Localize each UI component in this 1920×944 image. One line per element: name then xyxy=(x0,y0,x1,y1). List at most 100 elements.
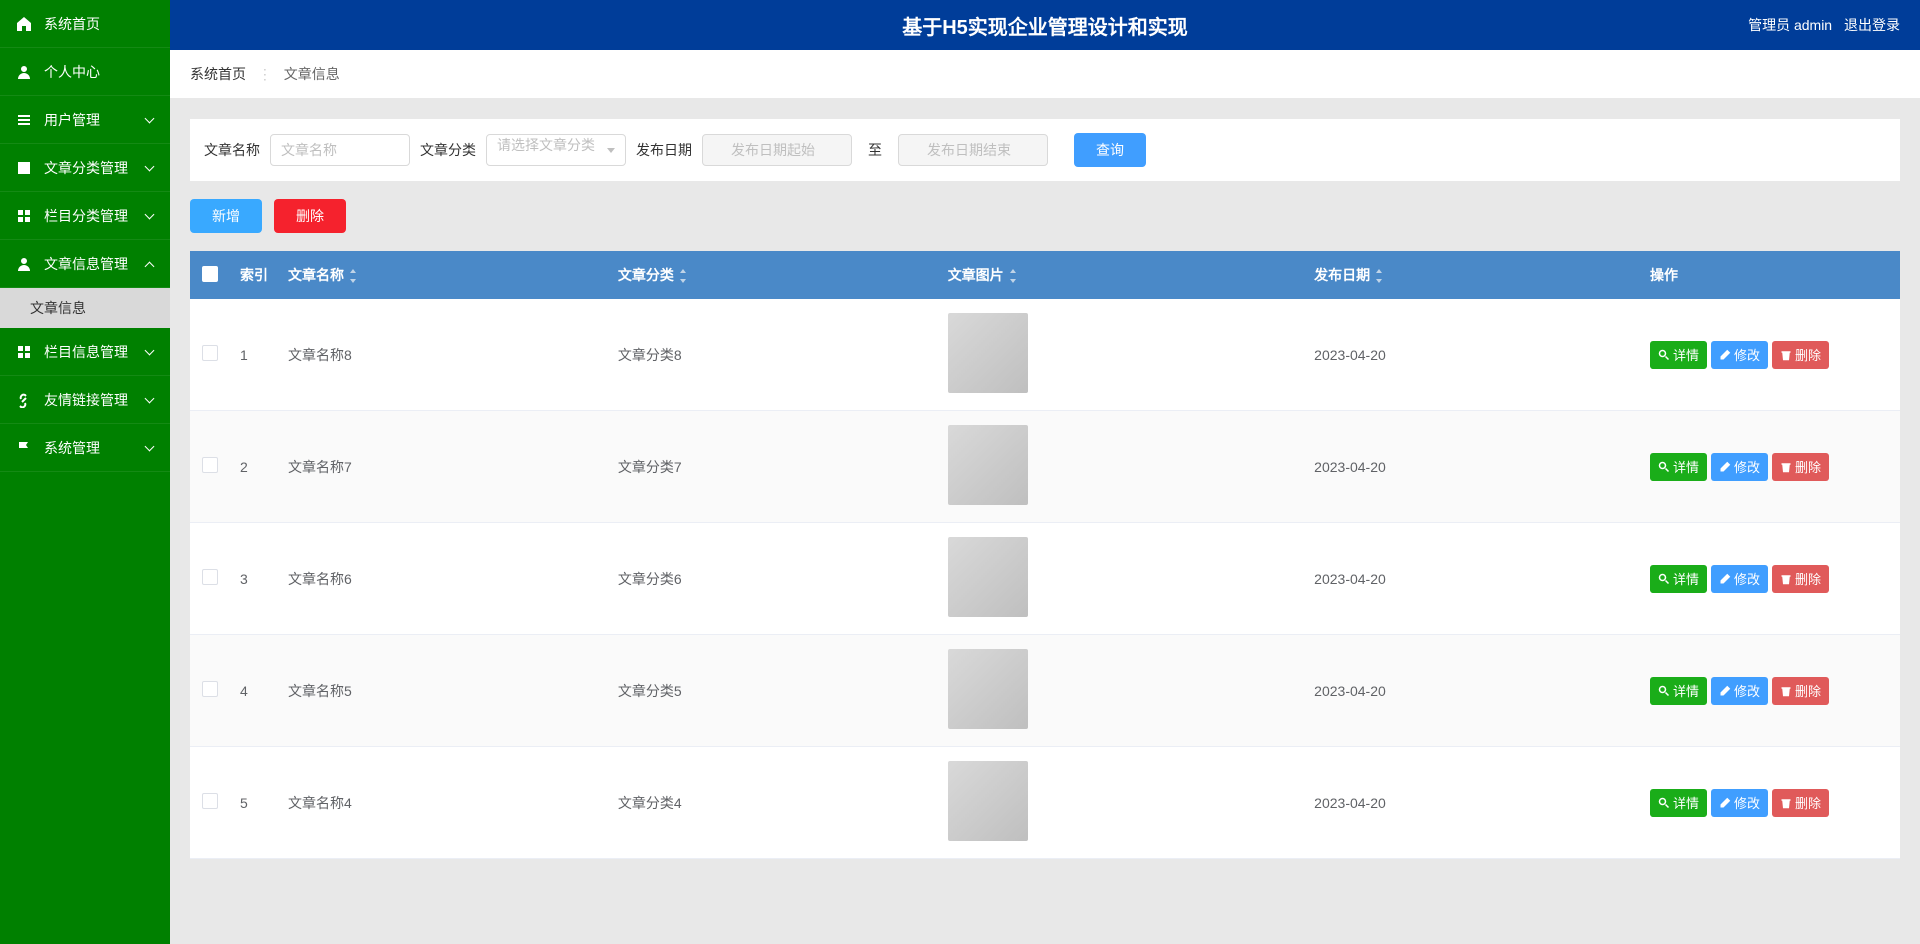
thumbnail xyxy=(948,313,1028,393)
col-category[interactable]: 文章分类 xyxy=(608,251,938,299)
breadcrumb-sep: ⋮ xyxy=(258,66,272,82)
sidebar-item-label: 友情链接管理 xyxy=(44,390,128,410)
action-bar: 新增 删除 xyxy=(190,199,1900,233)
view-button[interactable]: 详情 xyxy=(1650,789,1707,817)
sidebar-item-2[interactable]: 用户管理 xyxy=(0,96,170,144)
sort-icon xyxy=(1008,269,1018,283)
row-checkbox[interactable] xyxy=(202,681,218,697)
table-row: 5文章名称4文章分类42023-04-20详情修改删除 xyxy=(190,747,1900,859)
row-checkbox[interactable] xyxy=(202,345,218,361)
chevron-down-icon xyxy=(146,395,156,405)
sidebar-item-label: 系统首页 xyxy=(44,14,100,34)
sidebar-item-7[interactable]: 友情链接管理 xyxy=(0,376,170,424)
edit-button[interactable]: 修改 xyxy=(1711,341,1768,369)
cell-category: 文章分类4 xyxy=(608,747,938,859)
sidebar-item-label: 用户管理 xyxy=(44,110,100,130)
home-icon xyxy=(16,16,32,32)
sidebar-item-1[interactable]: 个人中心 xyxy=(0,48,170,96)
edit-button[interactable]: 修改 xyxy=(1711,565,1768,593)
sidebar-item-label: 栏目分类管理 xyxy=(44,206,128,226)
sidebar-item-0[interactable]: 系统首页 xyxy=(0,0,170,48)
filter-date-start[interactable] xyxy=(702,134,852,166)
cell-name: 文章名称7 xyxy=(278,411,608,523)
link-icon xyxy=(16,392,32,408)
row-delete-button[interactable]: 删除 xyxy=(1772,677,1829,705)
breadcrumb-current: 文章信息 xyxy=(284,66,340,82)
sidebar-item-label: 文章信息管理 xyxy=(44,254,128,274)
view-button[interactable]: 详情 xyxy=(1650,341,1707,369)
sidebar-item-8[interactable]: 系统管理 xyxy=(0,424,170,472)
sidebar-item-5[interactable]: 文章信息管理 xyxy=(0,240,170,288)
sidebar-item-4[interactable]: 栏目分类管理 xyxy=(0,192,170,240)
col-date[interactable]: 发布日期 xyxy=(1304,251,1640,299)
search-button[interactable]: 查询 xyxy=(1074,133,1146,167)
user-icon xyxy=(16,256,32,272)
sort-icon xyxy=(678,269,688,283)
chevron-up-icon xyxy=(146,259,156,269)
cell-ops: 详情修改删除 xyxy=(1640,299,1900,411)
row-checkbox[interactable] xyxy=(202,457,218,473)
chevron-down-icon xyxy=(146,163,156,173)
chevron-down-icon xyxy=(146,115,156,125)
col-ops: 操作 xyxy=(1640,251,1900,299)
list-icon xyxy=(16,112,32,128)
cell-date: 2023-04-20 xyxy=(1304,299,1640,411)
edit-button[interactable]: 修改 xyxy=(1711,453,1768,481)
filter-cat-select[interactable]: 请选择文章分类 xyxy=(486,134,626,166)
edit-button[interactable]: 修改 xyxy=(1711,789,1768,817)
cell-category: 文章分类6 xyxy=(608,523,938,635)
grid-icon xyxy=(16,344,32,360)
table-row: 3文章名称6文章分类62023-04-20详情修改删除 xyxy=(190,523,1900,635)
sidebar-subitem[interactable]: 文章信息 xyxy=(0,288,170,328)
table-row: 4文章名称5文章分类52023-04-20详情修改删除 xyxy=(190,635,1900,747)
view-button[interactable]: 详情 xyxy=(1650,453,1707,481)
sidebar-item-label: 文章分类管理 xyxy=(44,158,128,178)
grid-icon xyxy=(16,208,32,224)
col-name[interactable]: 文章名称 xyxy=(278,251,608,299)
row-delete-button[interactable]: 删除 xyxy=(1772,341,1829,369)
row-checkbox[interactable] xyxy=(202,569,218,585)
row-delete-button[interactable]: 删除 xyxy=(1772,565,1829,593)
breadcrumb-home[interactable]: 系统首页 xyxy=(190,66,246,82)
sidebar-item-6[interactable]: 栏目信息管理 xyxy=(0,328,170,376)
date-sep: 至 xyxy=(868,140,882,160)
user-icon xyxy=(16,64,32,80)
edit-button[interactable]: 修改 xyxy=(1711,677,1768,705)
thumbnail xyxy=(948,649,1028,729)
thumbnail xyxy=(948,425,1028,505)
cell-name: 文章名称6 xyxy=(278,523,608,635)
col-index: 索引 xyxy=(230,251,278,299)
delete-button[interactable]: 删除 xyxy=(274,199,346,233)
view-button[interactable]: 详情 xyxy=(1650,677,1707,705)
cell-name: 文章名称4 xyxy=(278,747,608,859)
cell-image xyxy=(938,411,1304,523)
cell-name: 文章名称8 xyxy=(278,299,608,411)
admin-label[interactable]: 管理员 admin xyxy=(1748,17,1832,33)
sort-icon xyxy=(348,269,358,283)
chevron-down-icon xyxy=(146,347,156,357)
view-button[interactable]: 详情 xyxy=(1650,565,1707,593)
row-delete-button[interactable]: 删除 xyxy=(1772,453,1829,481)
cell-image xyxy=(938,523,1304,635)
row-checkbox[interactable] xyxy=(202,793,218,809)
filter-date-end[interactable] xyxy=(898,134,1048,166)
cell-index: 3 xyxy=(230,523,278,635)
logout-link[interactable]: 退出登录 xyxy=(1844,17,1900,33)
col-image[interactable]: 文章图片 xyxy=(938,251,1304,299)
table-row: 2文章名称7文章分类72023-04-20详情修改删除 xyxy=(190,411,1900,523)
filter-name-label: 文章名称 xyxy=(204,140,260,160)
sort-icon xyxy=(1374,269,1384,283)
row-delete-button[interactable]: 删除 xyxy=(1772,789,1829,817)
add-button[interactable]: 新增 xyxy=(190,199,262,233)
data-table: 索引 文章名称 文章分类 文章图片 发布日期 操作 1文章名称8文章分类8202… xyxy=(190,251,1900,859)
flag-icon xyxy=(16,440,32,456)
sidebar-item-3[interactable]: 文章分类管理 xyxy=(0,144,170,192)
filter-name-input[interactable] xyxy=(270,134,410,166)
select-all-checkbox[interactable] xyxy=(202,266,218,282)
cell-index: 2 xyxy=(230,411,278,523)
cell-date: 2023-04-20 xyxy=(1304,523,1640,635)
cell-ops: 详情修改删除 xyxy=(1640,523,1900,635)
cell-date: 2023-04-20 xyxy=(1304,747,1640,859)
cell-image xyxy=(938,299,1304,411)
app-title: 基于H5实现企业管理设计和实现 xyxy=(170,11,1920,40)
